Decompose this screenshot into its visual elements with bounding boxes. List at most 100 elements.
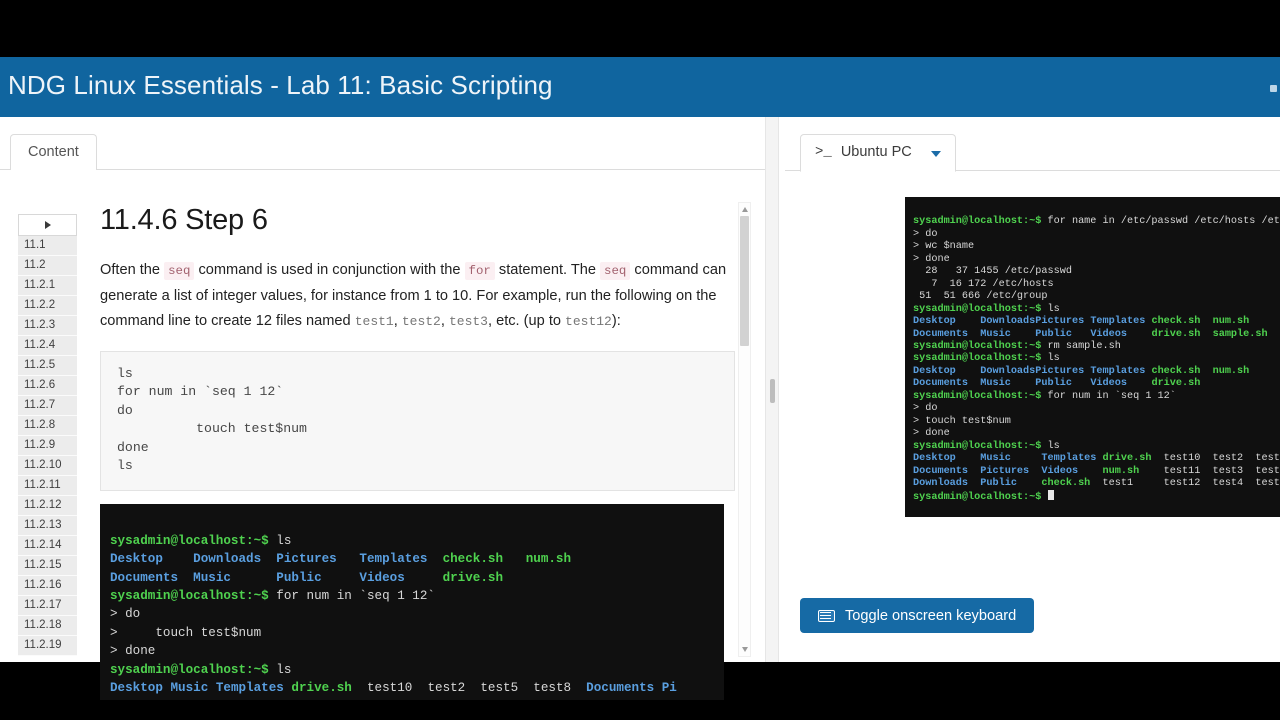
terminal-dir: Templates bbox=[215, 681, 292, 696]
terminal-output: > done bbox=[913, 253, 950, 265]
terminal-dir: Downloads bbox=[980, 365, 1036, 377]
terminal-dir: Desktop bbox=[110, 681, 171, 696]
keyboard-icon bbox=[818, 609, 835, 622]
terminal-dir: Videos bbox=[1090, 378, 1152, 390]
content-scrollbar[interactable] bbox=[738, 202, 751, 657]
terminal-dir: Public bbox=[1035, 328, 1091, 340]
terminal-command: ls bbox=[1041, 353, 1060, 365]
terminal-command: for num in `seq 1 12` bbox=[1041, 390, 1176, 402]
terminal-file: test5 bbox=[1255, 453, 1280, 465]
drag-handle-icon[interactable] bbox=[770, 379, 775, 403]
chevron-down-icon[interactable] bbox=[930, 151, 941, 157]
tree-item-11-2-15[interactable]: 11.2.15 bbox=[18, 556, 77, 576]
terminal-exec: drive.sh bbox=[1151, 328, 1213, 340]
tree-item-11-2-1[interactable]: 11.2.1 bbox=[18, 276, 77, 296]
terminal-dir: Pictures bbox=[980, 465, 1042, 477]
terminal-exec: drive.sh bbox=[1102, 453, 1164, 465]
terminal-dir: Pi bbox=[661, 681, 677, 696]
terminal-output: > touch test$num bbox=[110, 625, 262, 640]
inline-code-test3: test3 bbox=[448, 314, 488, 329]
tree-item-11-2-5[interactable]: 11.2.5 bbox=[18, 356, 77, 376]
terminal-dir: Public bbox=[276, 570, 360, 585]
terminal-dir: Videos bbox=[1041, 465, 1103, 477]
terminal-dir: Desktop bbox=[913, 453, 981, 465]
terminal-prompt: sysadmin@localhost:~$ bbox=[110, 533, 269, 548]
terminal-exec: check.sh bbox=[442, 552, 526, 567]
terminal-dir: Documents bbox=[913, 465, 981, 477]
para-text: , etc. (up to bbox=[487, 313, 566, 329]
app-header: NDG Linux Essentials - Lab 11: Basic Scr… bbox=[0, 57, 1280, 117]
terminal-output: > done bbox=[913, 428, 950, 440]
terminal-file: test4 bbox=[1212, 477, 1256, 489]
tree-item-11-2-9[interactable]: 11.2.9 bbox=[18, 436, 77, 456]
terminal-file: test11 bbox=[1163, 465, 1213, 477]
terminal-command: ls bbox=[1041, 303, 1060, 315]
tree-item-11-2-8[interactable]: 11.2.8 bbox=[18, 416, 77, 436]
terminal-exec: drive.sh bbox=[1151, 378, 1201, 390]
main-terminal[interactable]: sysadmin@localhost:~$ for name in /etc/p… bbox=[905, 197, 1280, 517]
tree-item-11-2-17[interactable]: 11.2.17 bbox=[18, 596, 77, 616]
tree-item-11-2-10[interactable]: 11.2.10 bbox=[18, 456, 77, 476]
tree-item-11-2-11[interactable]: 11.2.11 bbox=[18, 476, 77, 496]
terminal-exec: drive.sh bbox=[291, 681, 367, 696]
terminal-dir: Templates bbox=[359, 552, 443, 567]
triangle-down-icon[interactable] bbox=[742, 647, 748, 652]
article-paragraph: Often the seq command is used in conjunc… bbox=[100, 258, 735, 334]
tree-item-11-2-6[interactable]: 11.2.6 bbox=[18, 376, 77, 396]
terminal-dir: Desktop bbox=[913, 365, 981, 377]
inline-code-test1: test1 bbox=[354, 314, 394, 329]
terminal-exec: check.sh bbox=[1041, 477, 1103, 489]
triangle-up-icon[interactable] bbox=[742, 207, 748, 212]
terminal-dir: Music bbox=[980, 328, 1036, 340]
inline-code-test2: test2 bbox=[401, 314, 441, 329]
terminal-dir: Public bbox=[980, 477, 1042, 489]
embedded-terminal[interactable]: sysadmin@localhost:~$ ls Desktop Downloa… bbox=[100, 504, 724, 701]
tree-item-11-2-12[interactable]: 11.2.12 bbox=[18, 496, 77, 516]
tree-item-11-2[interactable]: 11.2 bbox=[18, 256, 77, 276]
prompt-glyph-icon: >_ bbox=[815, 144, 832, 160]
tree-item-11-2-2[interactable]: 11.2.2 bbox=[18, 296, 77, 316]
terminal-file: test12 bbox=[1163, 477, 1213, 489]
tree-item-11-2-13[interactable]: 11.2.13 bbox=[18, 516, 77, 536]
tree-item-11-2-16[interactable]: 11.2.16 bbox=[18, 576, 77, 596]
section-tree: 11.1 11.2 11.2.1 11.2.2 11.2.3 11.2.4 11.2.5 11… bbox=[18, 214, 77, 656]
para-text: , bbox=[393, 313, 402, 329]
terminal-prompt: sysadmin@localhost:~$ bbox=[913, 216, 1042, 228]
terminal-command: for num in `seq 1 12` bbox=[268, 589, 435, 604]
terminal-file: test3 bbox=[1212, 465, 1256, 477]
tree-item-11-2-14[interactable]: 11.2.14 bbox=[18, 536, 77, 556]
tree-item-11-2-19[interactable]: 11.2.19 bbox=[18, 636, 77, 656]
page-body: Content 11.1 11.2 11.2.1 11.2.2 11.2.3 11.2.4… bbox=[0, 117, 1280, 701]
tree-item-11-2-4[interactable]: 11.2.4 bbox=[18, 336, 77, 356]
tree-item-11-2-18[interactable]: 11.2.18 bbox=[18, 616, 77, 636]
terminal-file: test8 bbox=[533, 681, 587, 696]
pane-splitter[interactable] bbox=[765, 117, 779, 662]
tree-item-11-1[interactable]: 11.1 bbox=[18, 236, 77, 256]
terminal-dir: Downloads bbox=[913, 477, 981, 489]
terminal-output: > do bbox=[110, 607, 141, 622]
terminal-prompt: sysadmin@localhost:~$ bbox=[913, 440, 1042, 452]
terminal-output: > done bbox=[110, 644, 156, 659]
script-code-block: ls for num in `seq 1 12` do touch test$n… bbox=[100, 351, 735, 492]
terminal-dir: Documents bbox=[913, 378, 981, 390]
toggle-onscreen-keyboard-button[interactable]: Toggle onscreen keyboard bbox=[800, 598, 1035, 633]
terminal-prompt: sysadmin@localhost:~$ bbox=[913, 353, 1042, 365]
scrollbar-thumb[interactable] bbox=[740, 216, 749, 346]
tree-item-11-2-7[interactable]: 11.2.7 bbox=[18, 396, 77, 416]
screen: NDG Linux Essentials - Lab 11: Basic Scr… bbox=[0, 0, 1280, 720]
terminal-dir: Downloads bbox=[980, 316, 1036, 328]
terminal-dir: Pictures bbox=[1035, 316, 1091, 328]
terminal-prompt: sysadmin@localhost:~$ bbox=[110, 589, 269, 604]
inline-code-for: for bbox=[464, 262, 495, 280]
terminal-dir: Documents bbox=[586, 681, 662, 696]
content-area: 11.1 11.2 11.2.1 11.2.2 11.2.3 11.2.4 11.2.5 11… bbox=[0, 170, 765, 701]
tree-expand-toggle[interactable] bbox=[18, 214, 77, 236]
terminal-output: > wc $name bbox=[913, 241, 975, 253]
tree-item-11-2-3[interactable]: 11.2.3 bbox=[18, 316, 77, 336]
terminal-exec: sample.sh bbox=[1212, 328, 1268, 340]
tab-content[interactable]: Content bbox=[10, 134, 97, 171]
tab-ubuntu-pc[interactable]: >_ Ubuntu PC bbox=[800, 134, 956, 172]
terminal-prompt: sysadmin@localhost:~$ bbox=[913, 492, 1042, 504]
terminal-file: test7 bbox=[1255, 477, 1280, 489]
terminal-output: 51 51 666 /etc/group bbox=[913, 291, 1048, 303]
